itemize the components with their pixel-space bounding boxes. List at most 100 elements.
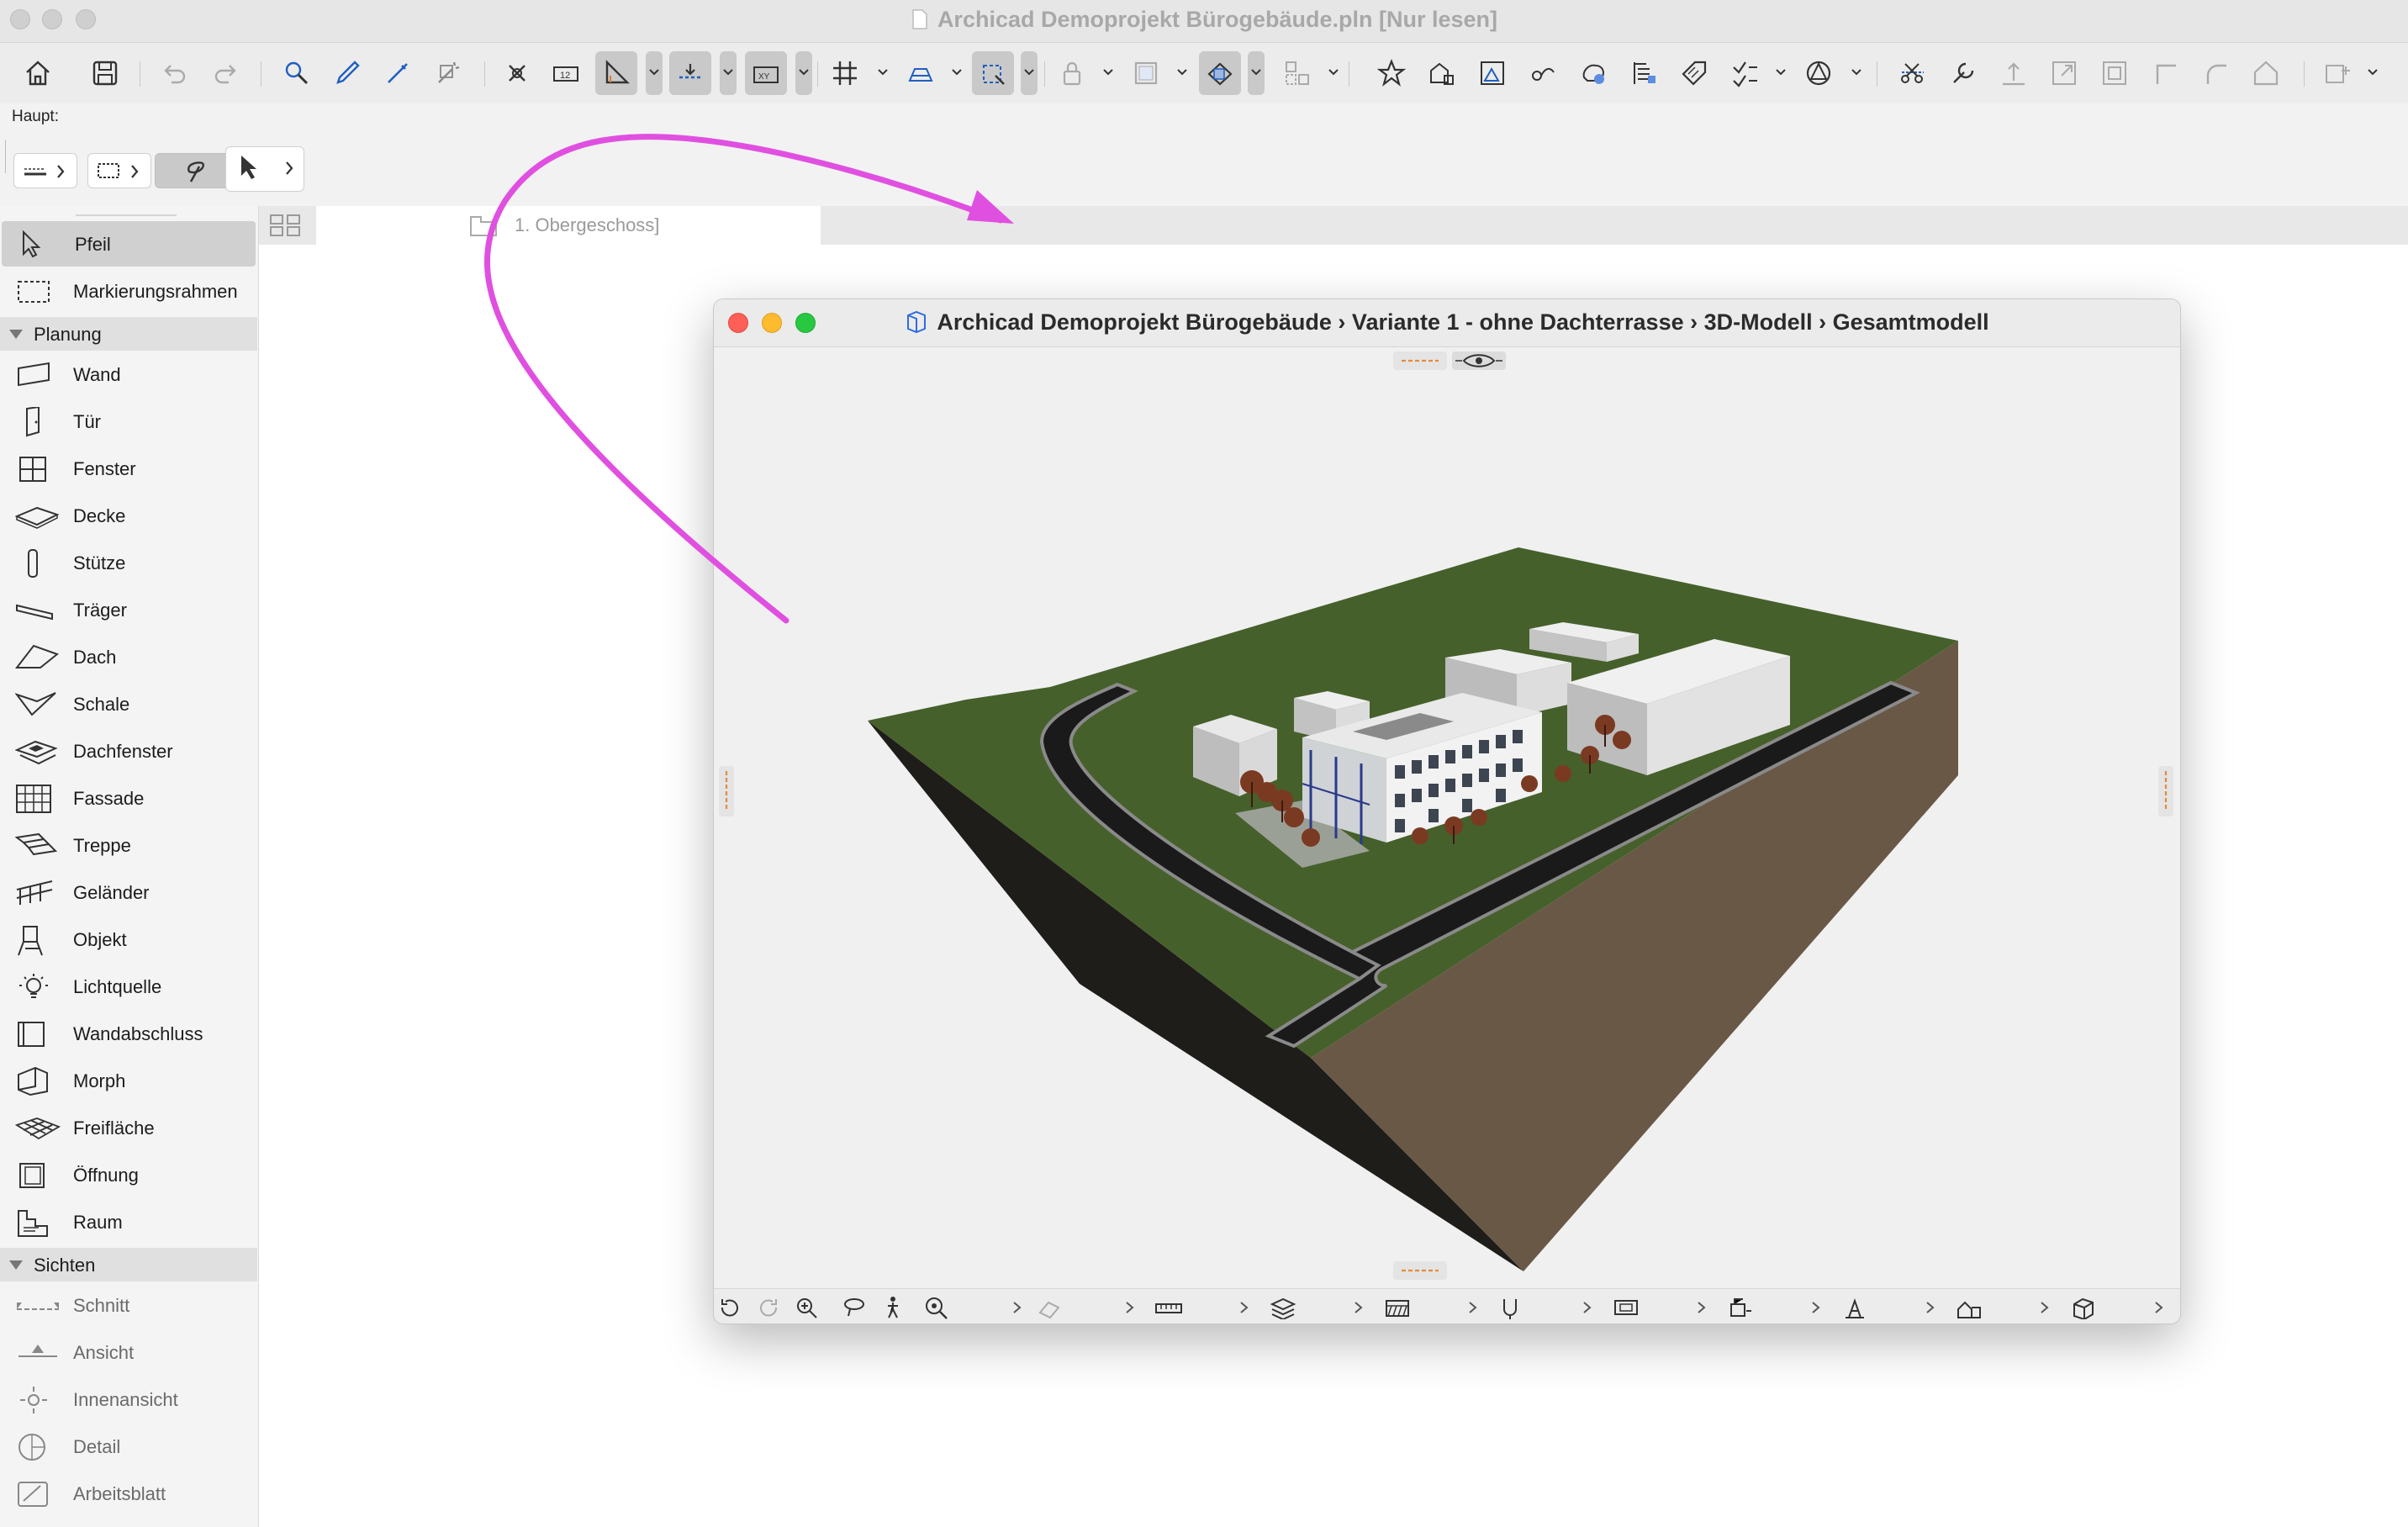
tool-gelaender[interactable]: Geländer [0, 869, 257, 915]
layer-button[interactable] [1125, 51, 1167, 95]
tool-dach[interactable]: Dach [0, 634, 257, 679]
find-select-button[interactable] [276, 51, 318, 95]
gravity-dropdown[interactable] [720, 51, 737, 95]
snap-dropdown[interactable] [948, 51, 965, 95]
tool-dachfenster[interactable]: Dachfenster [0, 728, 257, 774]
morph-dropdown[interactable] [1848, 51, 1865, 95]
check-dropdown[interactable] [1772, 51, 1789, 95]
tool-arrow[interactable]: Pfeil [2, 221, 256, 267]
dimension-icon[interactable] [1497, 1296, 1523, 1319]
fit-button[interactable] [496, 51, 538, 95]
layers-icon[interactable] [1269, 1296, 1297, 1319]
tool-arbeitsblatt[interactable]: Arbeitsblatt [0, 1471, 257, 1516]
favorites-button[interactable] [1370, 51, 1413, 95]
tag-button[interactable] [1673, 51, 1715, 95]
graphic-override-button[interactable] [1572, 51, 1614, 95]
trace-button[interactable] [1522, 51, 1564, 95]
tool-raum[interactable]: Raum [0, 1199, 257, 1244]
marquee-mode-button[interactable] [87, 153, 151, 188]
model-view-icon[interactable] [1612, 1296, 1640, 1319]
surface-icon[interactable] [1037, 1296, 1062, 1319]
lock-dropdown[interactable] [1100, 51, 1117, 95]
group-dropdown[interactable] [1325, 51, 1342, 95]
filter-icon[interactable] [1955, 1296, 1983, 1319]
tool-schale[interactable]: Schale [0, 681, 257, 727]
tool-wand[interactable]: Wand [0, 351, 257, 397]
save-button[interactable] [84, 51, 126, 95]
layout-dropdown[interactable] [2364, 51, 2381, 95]
resize-button[interactable] [2043, 51, 2085, 95]
offset-button[interactable] [2094, 51, 2136, 95]
wall-geometry-button[interactable] [13, 153, 77, 188]
orbit-icon[interactable] [717, 1296, 742, 1319]
ruler-angle-button[interactable] [595, 51, 637, 95]
tool-innenansicht[interactable]: Innenansicht [0, 1376, 257, 1422]
lasso-icon[interactable] [842, 1296, 867, 1319]
schedule-button[interactable] [1623, 51, 1665, 95]
ruler-dropdown[interactable] [646, 51, 663, 95]
tool-decke[interactable]: Decke [0, 493, 257, 538]
magic-wand-button[interactable] [427, 51, 469, 95]
layout-button[interactable] [2316, 51, 2358, 95]
zoom-in-icon[interactable] [795, 1296, 820, 1319]
grid-dropdown[interactable] [874, 51, 891, 95]
tool-schnitt[interactable]: Schnitt [0, 1282, 257, 1328]
snap-guides-button[interactable] [900, 51, 942, 95]
renovation-button[interactable] [1421, 51, 1463, 95]
tool-detail[interactable]: Detail [0, 1424, 257, 1469]
tab-overview-button[interactable] [267, 212, 304, 243]
redo-button[interactable] [205, 51, 247, 95]
tool-fenster[interactable]: Fenster [0, 446, 257, 491]
pen-set-icon[interactable] [1383, 1296, 1412, 1319]
tool-ansicht[interactable]: Ansicht [0, 1329, 257, 1375]
roof-tool-button[interactable] [2245, 51, 2287, 95]
ghost-dropdown[interactable] [1248, 51, 1265, 95]
tool-treppe[interactable]: Treppe [0, 822, 257, 868]
tool-morph[interactable]: Morph [0, 1058, 257, 1103]
ghost-button[interactable] [1199, 51, 1241, 95]
group-sichten[interactable]: Sichten [0, 1248, 257, 1281]
tool-lichtquelle[interactable]: Lichtquelle [0, 964, 257, 1009]
grid-snap-button[interactable] [824, 51, 866, 95]
home-button[interactable] [17, 51, 59, 95]
split-button[interactable] [1892, 51, 1934, 95]
pointer-mode-button[interactable] [225, 146, 304, 192]
tool-marquee[interactable]: Markierungsrahmen [0, 268, 257, 314]
tool-fassade[interactable]: Fassade [0, 775, 257, 821]
gravity-button[interactable] [669, 51, 711, 95]
tool-wandabschluss[interactable]: Wandabschluss [0, 1011, 257, 1056]
zoom-fit-icon[interactable] [924, 1296, 949, 1319]
fillet-button[interactable] [2194, 51, 2236, 95]
select-dropdown[interactable] [1021, 51, 1038, 95]
lock-button[interactable] [1051, 51, 1093, 95]
renovation-filter-icon[interactable] [1726, 1296, 1755, 1319]
tool-freiflaeche[interactable]: Freifläche [0, 1105, 257, 1150]
scale-icon[interactable] [1154, 1296, 1183, 1319]
3d-model-view[interactable] [714, 346, 2180, 1288]
morph-button[interactable] [1798, 51, 1840, 95]
syringe-button[interactable] [377, 51, 419, 95]
tool-objekt[interactable]: Objekt [0, 917, 257, 962]
group-button[interactable] [1276, 51, 1318, 95]
tool-traeger[interactable]: Träger [0, 587, 257, 632]
eyedropper-button[interactable] [326, 51, 368, 95]
tool-tuer[interactable]: Tür [0, 399, 257, 444]
drawing-button[interactable] [1471, 51, 1513, 95]
measure-button[interactable]: 12 [545, 51, 587, 95]
3d-style-icon[interactable] [2071, 1296, 2096, 1319]
coordinates-dropdown[interactable] [795, 51, 812, 95]
group-planung[interactable]: Planung [0, 317, 257, 351]
check-button[interactable] [1724, 51, 1766, 95]
layer-dropdown[interactable] [1174, 51, 1191, 95]
walk-icon[interactable] [880, 1296, 906, 1319]
elevate-button[interactable] [1993, 51, 2035, 95]
tool-stuetze[interactable]: Stütze [0, 540, 257, 585]
adjust-button[interactable] [1942, 51, 1984, 95]
corner-button[interactable] [2144, 51, 2186, 95]
structure-icon[interactable] [1842, 1296, 1867, 1319]
redo-view-icon[interactable] [756, 1296, 781, 1319]
coordinates-button[interactable]: XY [745, 51, 787, 95]
tool-oeffnung[interactable]: Öffnung [0, 1152, 257, 1197]
select-frame-button[interactable] [972, 51, 1014, 95]
undo-button[interactable] [153, 51, 195, 95]
